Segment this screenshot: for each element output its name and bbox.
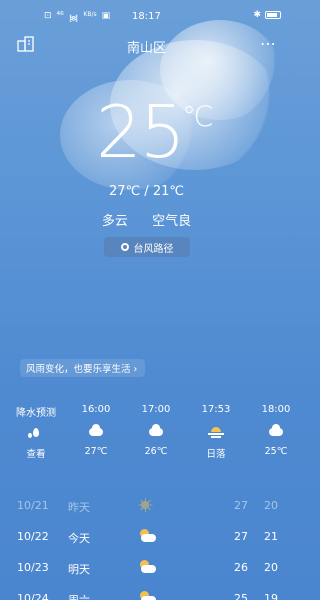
hourly-item-precip[interactable]: 降水预测 查看: [6, 404, 66, 460]
promo-tagline[interactable]: 风雨变化，也要乐享生活 ›: [20, 359, 146, 377]
hourly-value: 26℃: [144, 446, 168, 457]
top-bar: 南山区 ⋯: [0, 34, 293, 56]
hourly-value: 25℃: [264, 446, 288, 457]
hourly-value: 27℃: [84, 446, 108, 457]
status-icons-left: ⊡ ⁴⁶ ᯼ KB/s ▣: [44, 11, 110, 24]
sunset-icon: [208, 426, 224, 438]
daily-date: 10/21: [17, 499, 49, 512]
sun-icon: [138, 498, 152, 512]
condition-row: 多云 空气良: [0, 210, 293, 229]
hourly-time: 降水预测: [16, 408, 56, 419]
daily-low: 20: [264, 561, 278, 574]
cloud-icon: [89, 424, 103, 436]
daily-day: 今天: [68, 532, 90, 545]
daily-high: 26: [234, 561, 248, 574]
cloud-icon: [149, 424, 163, 436]
hourly-item: 16:00 27℃: [66, 404, 126, 457]
typhoon-path-button[interactable]: 台风路径: [104, 237, 190, 257]
daily-date: 10/22: [17, 530, 49, 543]
daily-low: 20: [264, 499, 278, 512]
daily-date: 10/23: [17, 561, 49, 574]
daily-row[interactable]: 10/24 周六 25 19: [0, 587, 293, 600]
hourly-value: 查看: [26, 449, 46, 460]
daily-row[interactable]: 10/22 今天 27 21: [0, 525, 293, 549]
more-icon[interactable]: ⋯: [260, 34, 277, 53]
hourly-time: 16:00: [81, 404, 111, 415]
hourly-item: 18:00 25℃: [246, 404, 306, 457]
hourly-item: 17:53 日落: [186, 404, 246, 460]
battery-icon: [265, 11, 281, 19]
weather-condition: 多云: [101, 214, 128, 229]
app-icon: ▣: [101, 11, 111, 21]
daily-high: 27: [234, 530, 248, 543]
current-temperature: 25: [96, 90, 186, 174]
daily-high: 25: [234, 592, 248, 600]
network-speed: KB/s: [83, 11, 97, 18]
hourly-time: 17:00: [141, 404, 171, 415]
cloud-icon: [269, 424, 283, 436]
daily-day: 周六: [68, 592, 90, 600]
bluetooth-icon: ✱: [253, 10, 261, 20]
daily-row[interactable]: 10/21 昨天 27 20: [0, 494, 293, 518]
city-name[interactable]: 南山区: [0, 37, 293, 56]
temperature-unit: ℃: [182, 100, 214, 133]
temperature-range: 27℃ / 21℃: [109, 184, 184, 199]
hourly-forecast[interactable]: 降水预测 查看 16:00 27℃ 17:00 26℃ 17:53 日落 18:…: [0, 404, 293, 474]
hourly-value: 日落: [206, 449, 226, 460]
hourly-item: 17:00 26℃: [126, 404, 186, 457]
daily-low: 19: [264, 592, 278, 600]
partly-cloudy-icon: [138, 529, 156, 543]
daily-day: 明天: [68, 563, 90, 576]
daily-high: 27: [234, 499, 248, 512]
typhoon-icon: [120, 243, 129, 251]
daily-row[interactable]: 10/23 明天 26 20: [0, 556, 293, 580]
partly-cloudy-icon: [138, 560, 156, 574]
status-icons-right: ✱: [253, 10, 281, 20]
typhoon-path-label: 台风路径: [133, 243, 174, 255]
status-time: 18:17: [132, 11, 161, 22]
partly-cloudy-icon: [138, 591, 156, 600]
status-icon: ⊡: [44, 11, 52, 21]
air-quality[interactable]: 空气良: [152, 214, 191, 229]
daily-day: 昨天: [68, 501, 90, 514]
daily-low: 21: [264, 530, 278, 543]
signal-icon: ⁴⁶: [56, 11, 64, 21]
rain-drop-icon: [28, 427, 39, 438]
status-bar: ⊡ ⁴⁶ ᯼ KB/s ▣ 18:17 ✱: [0, 0, 293, 28]
daily-date: 10/24: [17, 592, 49, 600]
wifi-icon: ᯼: [68, 14, 79, 24]
hourly-time: 17:53: [201, 404, 231, 415]
hourly-time: 18:00: [261, 404, 291, 415]
